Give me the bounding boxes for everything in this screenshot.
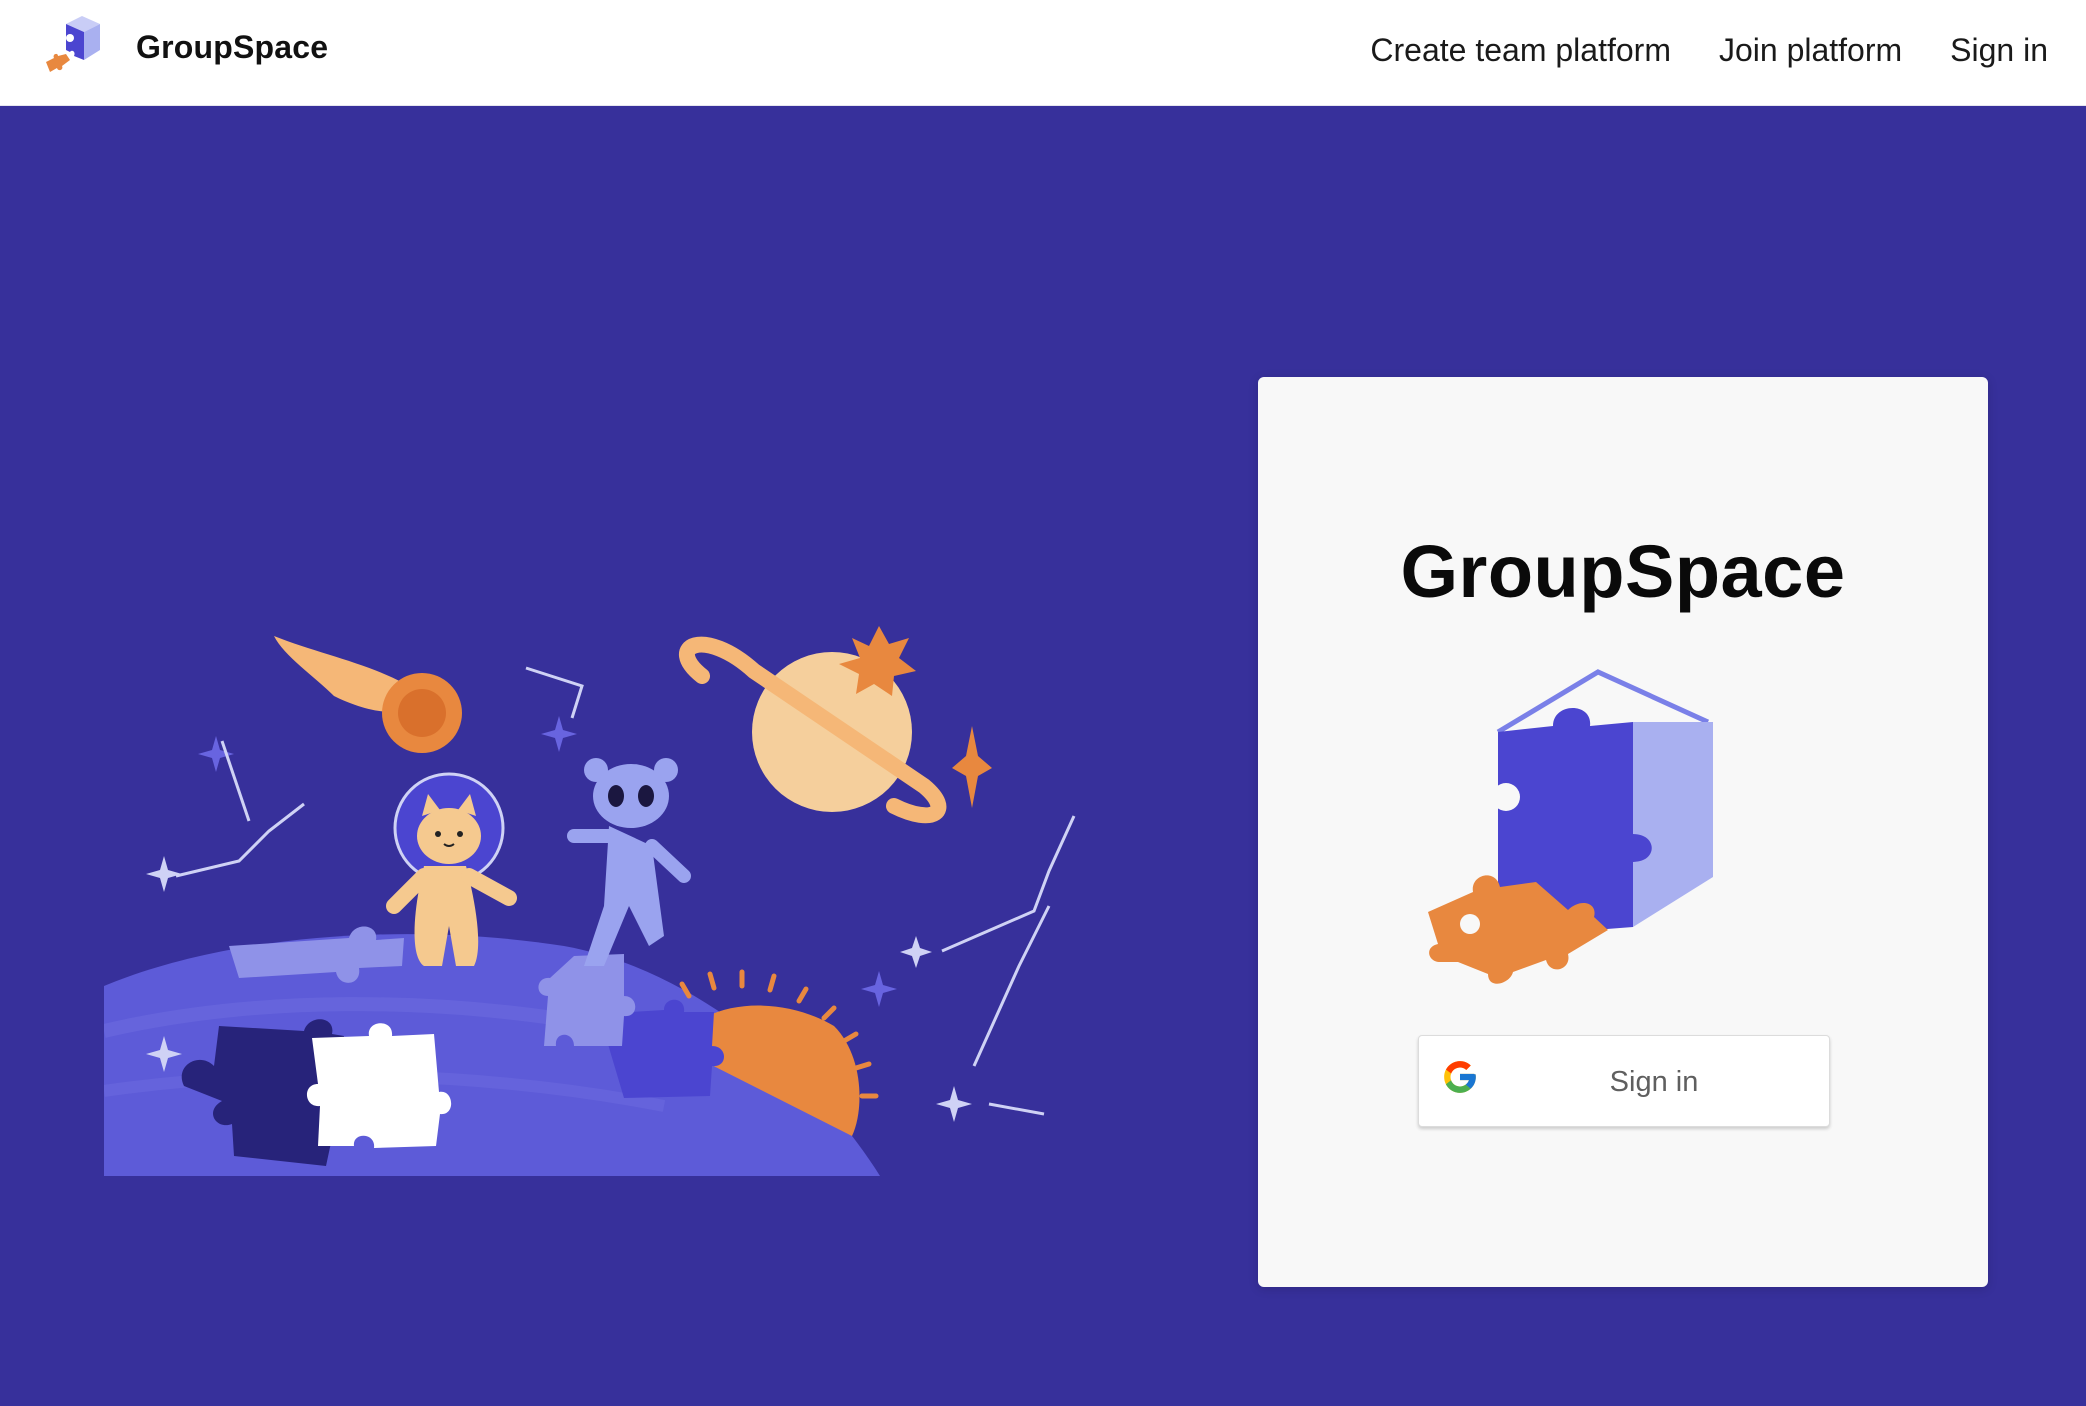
login-card: GroupSpace Sign in	[1258, 377, 1988, 1287]
brand-home-link[interactable]: GroupSpace	[40, 14, 328, 80]
puzzle-cube-icon	[1428, 669, 1713, 984]
google-sign-in-button[interactable]: Sign in	[1418, 1035, 1830, 1127]
saturn-icon	[679, 626, 947, 824]
alien-icon	[567, 758, 691, 966]
puzzle-piece-white	[306, 1023, 452, 1148]
nav-join-platform[interactable]: Join platform	[1719, 32, 1902, 69]
google-sign-in-label: Sign in	[1609, 1066, 1699, 1098]
nav-create-team-platform[interactable]: Create team platform	[1370, 32, 1671, 69]
comet-icon	[274, 636, 462, 753]
sparkle-orange-icon	[952, 726, 992, 808]
header-nav: Create team platform Join platform Sign …	[1370, 0, 2048, 100]
puzzle-cube-logo-icon	[46, 16, 100, 72]
card-title: GroupSpace	[1400, 530, 1846, 613]
top-navbar: GroupSpace Create team platform Join pla…	[0, 0, 2086, 106]
google-g-icon	[1444, 1061, 1476, 1093]
nav-sign-in[interactable]: Sign in	[1950, 32, 2048, 69]
hero-section: GroupSpace Sign in	[0, 106, 2086, 1406]
space-puzzle-illustration	[104, 626, 1076, 1176]
brand-name: GroupSpace	[136, 28, 329, 65]
